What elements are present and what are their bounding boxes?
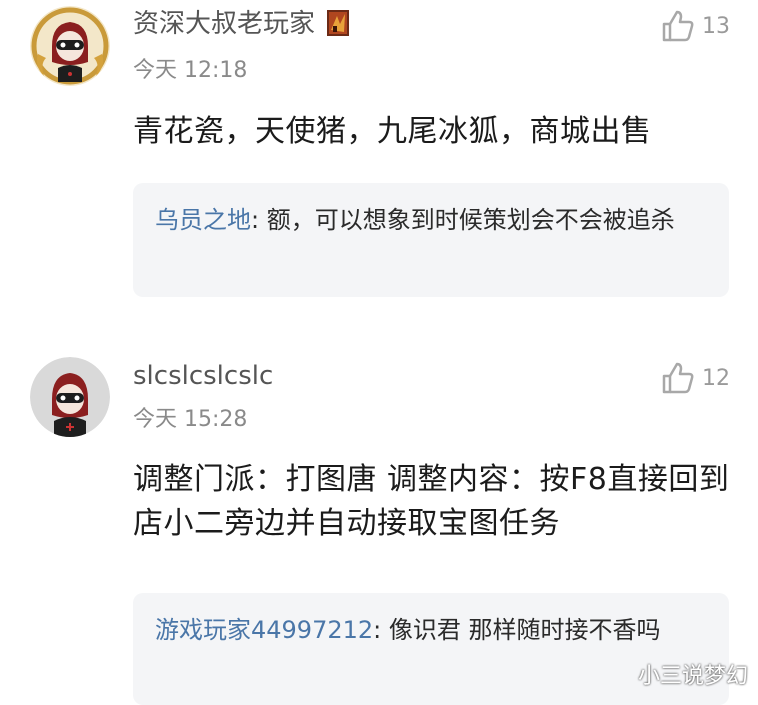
like-count: 12 (702, 365, 730, 391)
reply-username[interactable]: 游戏玩家44997212 (155, 616, 373, 644)
avatar[interactable] (30, 357, 110, 437)
like-button[interactable]: 12 (660, 360, 730, 396)
comment-time: 今天 15:28 (133, 407, 248, 432)
username[interactable]: slcslcslcslc (133, 361, 273, 391)
masked-character-avatar-icon (30, 6, 110, 86)
masked-character-avatar-icon (30, 357, 110, 437)
username[interactable]: 资深大叔老玩家 (133, 9, 350, 39)
thumbs-up-icon (662, 362, 694, 394)
comment-item: 资深大叔老玩家 今天 12:18 13 青花瓷，天使猪，九尾冰狐，商城出售 乌员… (0, 0, 758, 330)
like-count: 13 (702, 13, 730, 39)
avatar[interactable] (30, 6, 110, 86)
like-button[interactable]: 13 (660, 8, 730, 44)
thumbs-up-icon (662, 10, 694, 42)
comment-item: slcslcslcslc 今天 15:28 12 调整门派：打图唐 调整内容：按… (0, 340, 758, 705)
reply-text: : 像识君 那样随时接不香吗 (373, 616, 661, 644)
comment-text: 调整门派：打图唐 调整内容：按F8直接回到店小二旁边并自动接取宝图任务 (133, 462, 730, 541)
comment-time: 今天 12:18 (133, 58, 248, 83)
reply-preview[interactable]: 乌员之地: 额，可以想象到时候策划会不会被追杀 (133, 183, 729, 297)
reply-username[interactable]: 乌员之地 (155, 206, 251, 234)
level-badge-icon (327, 10, 350, 36)
watermark: 小三说梦幻 (637, 664, 748, 689)
reply-text: : 额，可以想象到时候策划会不会被追杀 (251, 206, 675, 234)
comment-text: 青花瓷，天使猪，九尾冰狐，商城出售 (133, 114, 652, 149)
